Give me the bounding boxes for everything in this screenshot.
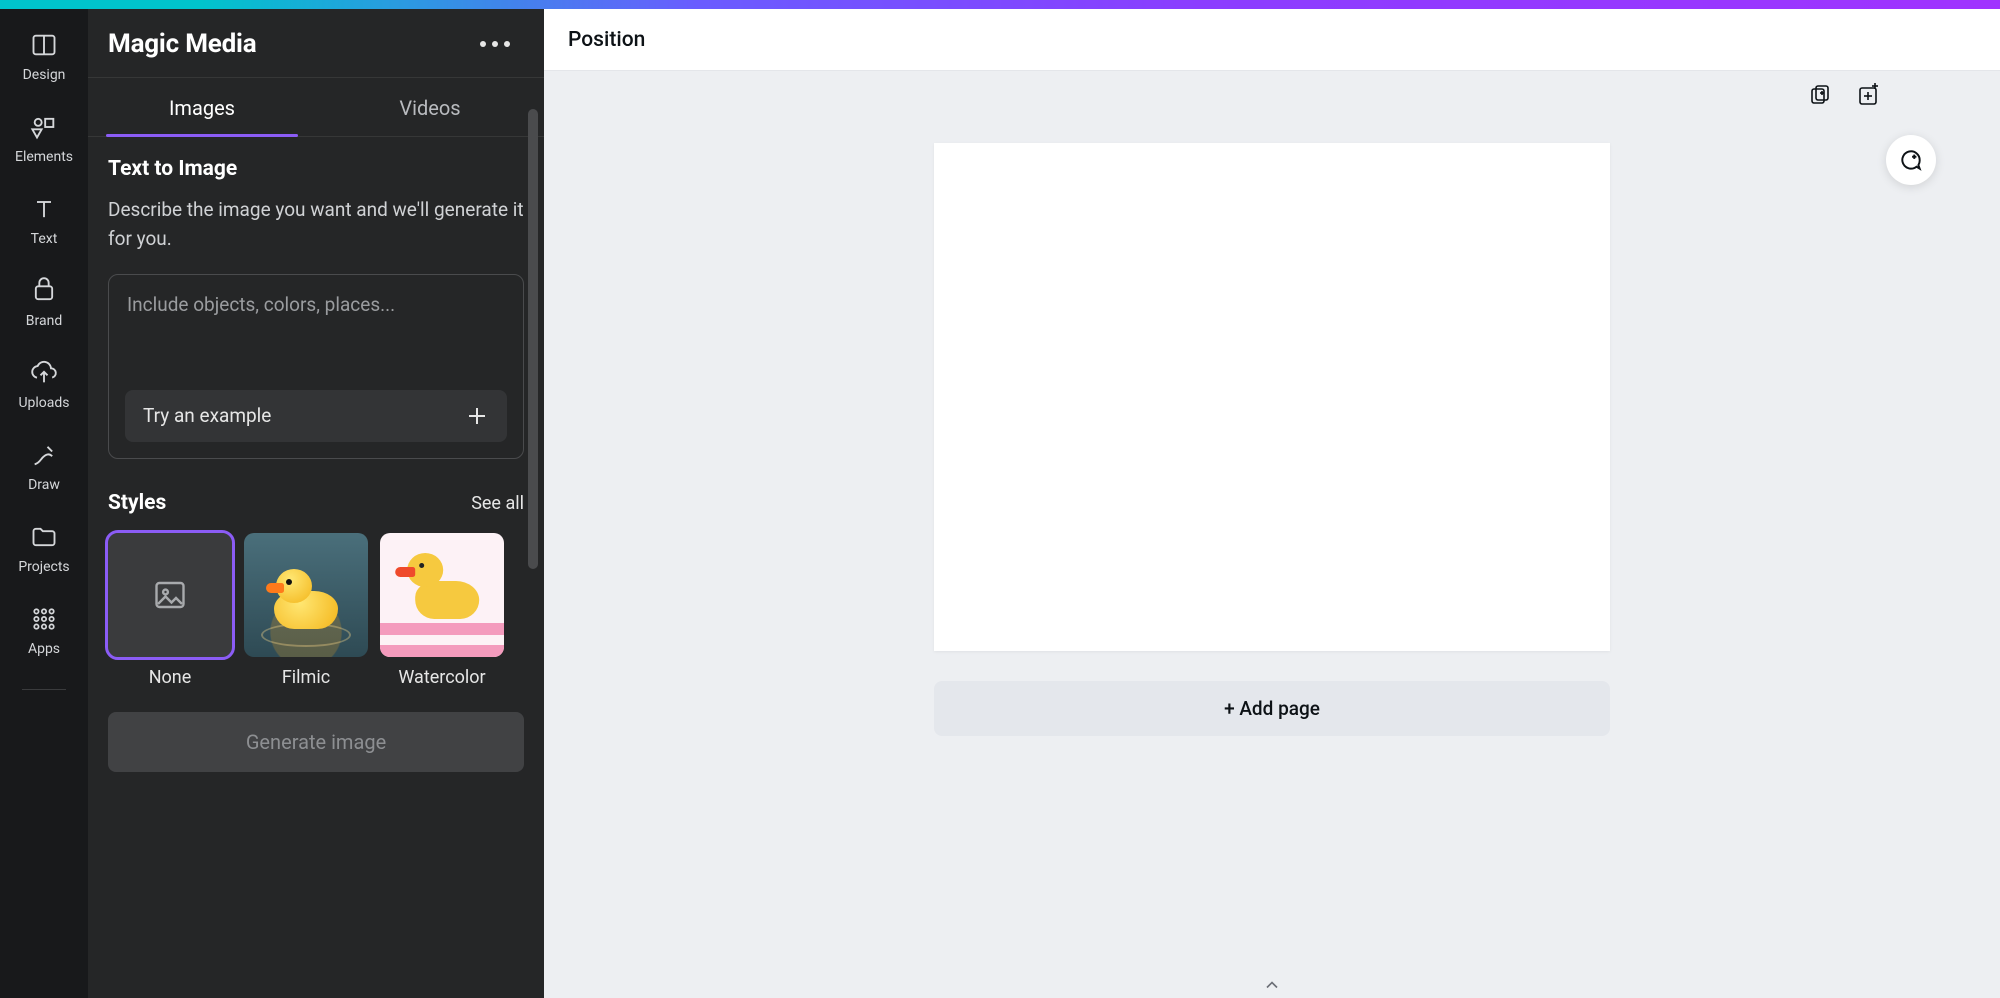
draw-icon — [28, 439, 60, 471]
style-caption: None — [149, 667, 192, 688]
rail-item-elements[interactable]: Elements — [0, 111, 88, 165]
plus-icon — [465, 404, 489, 428]
add-page-button[interactable]: + Add page — [934, 681, 1610, 736]
rail-label: Draw — [28, 477, 60, 493]
generate-image-button[interactable]: Generate image — [108, 712, 524, 772]
panel-body: Text to Image Describe the image you wan… — [88, 137, 544, 792]
tab-images[interactable]: Images — [88, 78, 316, 136]
projects-icon — [28, 521, 60, 553]
magic-media-panel: Magic Media Images Videos Text to Image … — [88, 9, 544, 998]
design-icon — [28, 29, 60, 61]
rail-label: Brand — [26, 313, 62, 329]
style-thumb-none — [108, 533, 232, 657]
try-example-button[interactable]: Try an example — [125, 390, 507, 442]
rail-item-apps[interactable]: Apps — [0, 603, 88, 657]
position-button[interactable]: Position — [568, 28, 645, 52]
text-to-image-heading: Text to Image — [108, 157, 524, 181]
dot-icon — [504, 41, 510, 47]
duplicate-page-icon[interactable] — [1808, 83, 1832, 111]
text-icon — [28, 193, 60, 225]
canvas-page[interactable] — [934, 143, 1610, 651]
try-example-label: Try an example — [143, 404, 271, 427]
rail-label: Apps — [28, 641, 60, 657]
main-area: Position + Add page — [544, 9, 2000, 998]
rail-separator — [22, 689, 66, 690]
panel-tabs: Images Videos — [88, 78, 544, 137]
rail-label: Text — [31, 231, 58, 247]
text-to-image-description: Describe the image you want and we'll ge… — [108, 195, 524, 254]
dot-icon — [480, 41, 486, 47]
style-caption: Filmic — [282, 667, 330, 688]
rail-item-design[interactable]: Design — [0, 29, 88, 83]
panel-scrollbar[interactable] — [528, 109, 538, 729]
top-toolbar: Position — [544, 9, 2000, 71]
comment-fab[interactable] — [1886, 135, 1936, 185]
styles-heading: Styles — [108, 491, 166, 515]
rail-label: Elements — [15, 149, 73, 165]
top-gradient-bar — [0, 0, 2000, 9]
rail-item-text[interactable]: Text — [0, 193, 88, 247]
style-options: None Filmic Watercolor — [108, 533, 524, 688]
style-caption: Watercolor — [398, 667, 485, 688]
prompt-input-box[interactable]: Include objects, colors, places... Try a… — [108, 274, 524, 459]
add-page-above-icon[interactable] — [1856, 83, 1880, 111]
rail-label: Design — [23, 67, 66, 83]
tab-videos[interactable]: Videos — [316, 78, 544, 136]
page-navigator-toggle[interactable] — [1250, 976, 1294, 994]
rail-item-projects[interactable]: Projects — [0, 521, 88, 575]
rail-item-brand[interactable]: Brand — [0, 275, 88, 329]
apps-icon — [28, 603, 60, 635]
app-root: Design Elements Text Brand Uploads — [0, 9, 2000, 998]
style-thumb-watercolor — [380, 533, 504, 657]
rail-label: Projects — [18, 559, 69, 575]
prompt-placeholder: Include objects, colors, places... — [125, 291, 507, 316]
panel-header: Magic Media — [88, 9, 544, 78]
see-all-link[interactable]: See all — [471, 493, 524, 514]
style-option-none[interactable]: None — [108, 533, 232, 688]
canvas-wrap: + Add page — [544, 71, 2000, 998]
rail-label: Uploads — [18, 395, 69, 411]
rail-item-uploads[interactable]: Uploads — [0, 357, 88, 411]
elements-icon — [28, 111, 60, 143]
dot-icon — [492, 41, 498, 47]
uploads-icon — [28, 357, 60, 389]
left-rail: Design Elements Text Brand Uploads — [0, 9, 88, 998]
styles-header: Styles See all — [108, 491, 524, 515]
more-options-button[interactable] — [476, 37, 514, 51]
brand-icon — [28, 275, 60, 307]
style-option-watercolor[interactable]: Watercolor — [380, 533, 504, 688]
panel-title: Magic Media — [108, 29, 256, 59]
scrollbar-thumb[interactable] — [528, 109, 538, 569]
page-actions — [1808, 83, 1880, 111]
style-option-filmic[interactable]: Filmic — [244, 533, 368, 688]
style-thumb-filmic — [244, 533, 368, 657]
rail-item-draw[interactable]: Draw — [0, 439, 88, 493]
